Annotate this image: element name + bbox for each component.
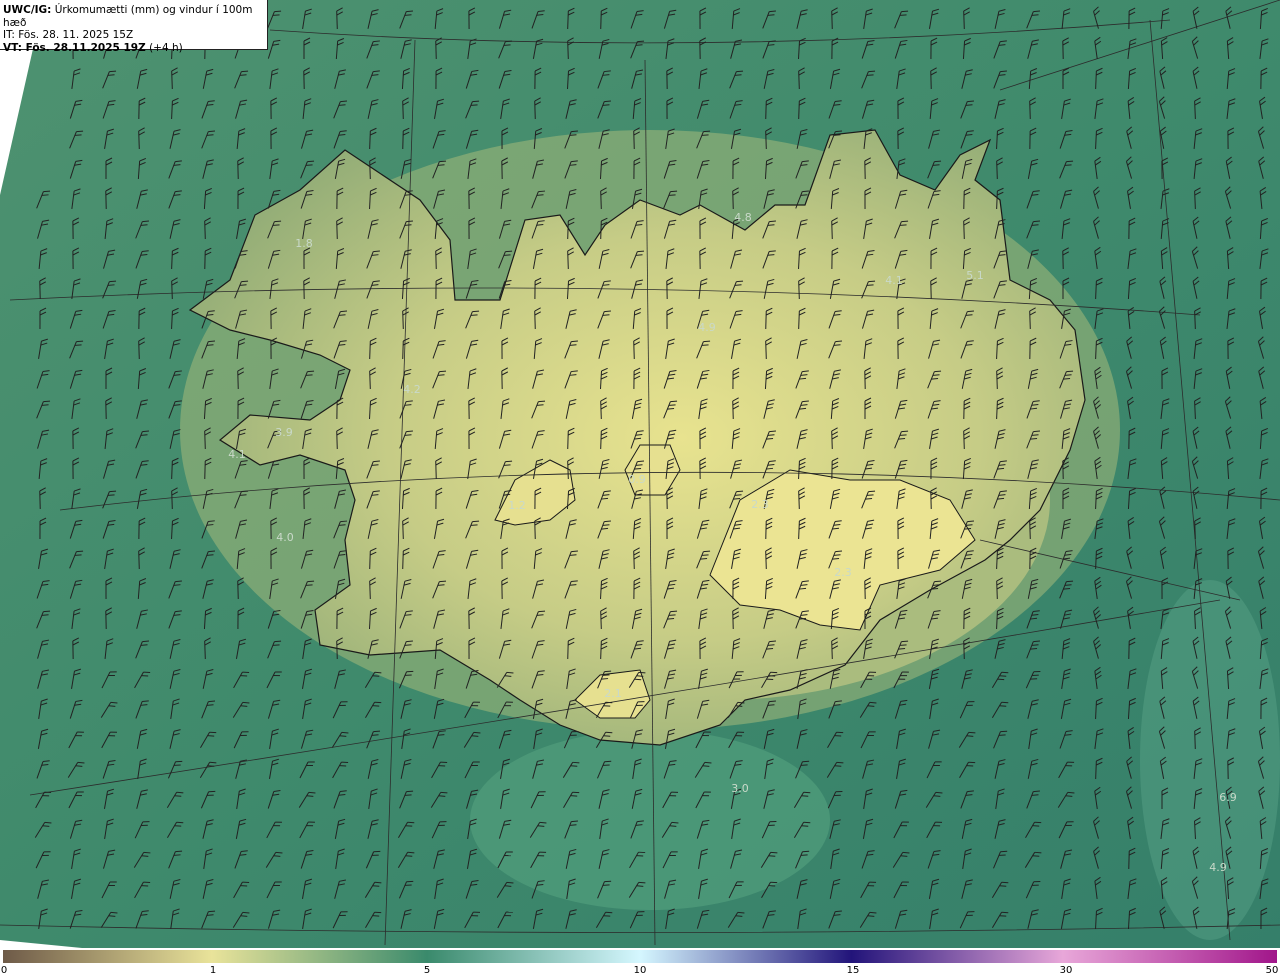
colorbar-tick-label: 5 bbox=[423, 965, 431, 976]
precip-value-label: 2.3 bbox=[751, 498, 769, 511]
colorbar-tick-label: 1 bbox=[209, 965, 217, 976]
precip-value-label: 4.1 bbox=[228, 448, 246, 461]
colorbar: 0 1 5 10 15 30 50 bbox=[0, 948, 1280, 978]
precip-value-label: 2.1 bbox=[604, 687, 622, 700]
precip-value-label: 2.3 bbox=[834, 566, 852, 579]
precip-value-label: 0.9 bbox=[628, 473, 646, 486]
precip-value-label: 4.9 bbox=[698, 321, 716, 334]
colorbar-tick-label: 0 bbox=[0, 965, 8, 976]
valid-time-line: VT: Fös. 28.11.2025 19Z (+4 h) bbox=[3, 42, 264, 55]
precip-field-east bbox=[1140, 580, 1280, 940]
precip-value-label: 3.0 bbox=[731, 782, 749, 795]
colorbar-tick-label: 10 bbox=[633, 965, 647, 976]
precip-value-label: 3.9 bbox=[275, 426, 293, 439]
precip-value-label: 4.1 bbox=[885, 274, 903, 287]
precip-value-label: 4.8 bbox=[734, 211, 752, 224]
colorbar-tick-label: 50 bbox=[1265, 965, 1279, 976]
weather-map: 4.8 5.1 1.8 4.1 4.9 4.2 3.9 0.9 1.2 4.0 2.3 2.3 3.0 6… bbox=[0, 0, 1280, 948]
product-line: UWC/IG: Úrkomumætti (mm) og vindur í 100… bbox=[3, 4, 264, 29]
map-header: UWC/IG: Úrkomumætti (mm) og vindur í 100… bbox=[0, 0, 268, 54]
precip-value-label: 1.8 bbox=[295, 237, 313, 250]
precip-value-label: 1.2 bbox=[508, 499, 526, 512]
initial-time: IT: Fös. 28. 11. 2025 15Z bbox=[3, 29, 134, 41]
precip-value-label: 5.1 bbox=[966, 269, 984, 282]
colorbar-tick-label: 15 bbox=[846, 965, 860, 976]
precip-value-label: 4.9 bbox=[1209, 861, 1227, 874]
valid-time: VT: Fös. 28.11.2025 19Z bbox=[3, 41, 146, 54]
colorbar-tick-label: 30 bbox=[1059, 965, 1073, 976]
colorbar-strip bbox=[3, 950, 1277, 963]
valid-offset: (+4 h) bbox=[149, 41, 183, 54]
product-label: UWC/IG: bbox=[3, 4, 52, 16]
precip-value-label: 6.9 bbox=[1219, 791, 1237, 804]
precip-value-label: 4.0 bbox=[276, 531, 294, 544]
precip-value-label: 4.2 bbox=[403, 383, 421, 396]
